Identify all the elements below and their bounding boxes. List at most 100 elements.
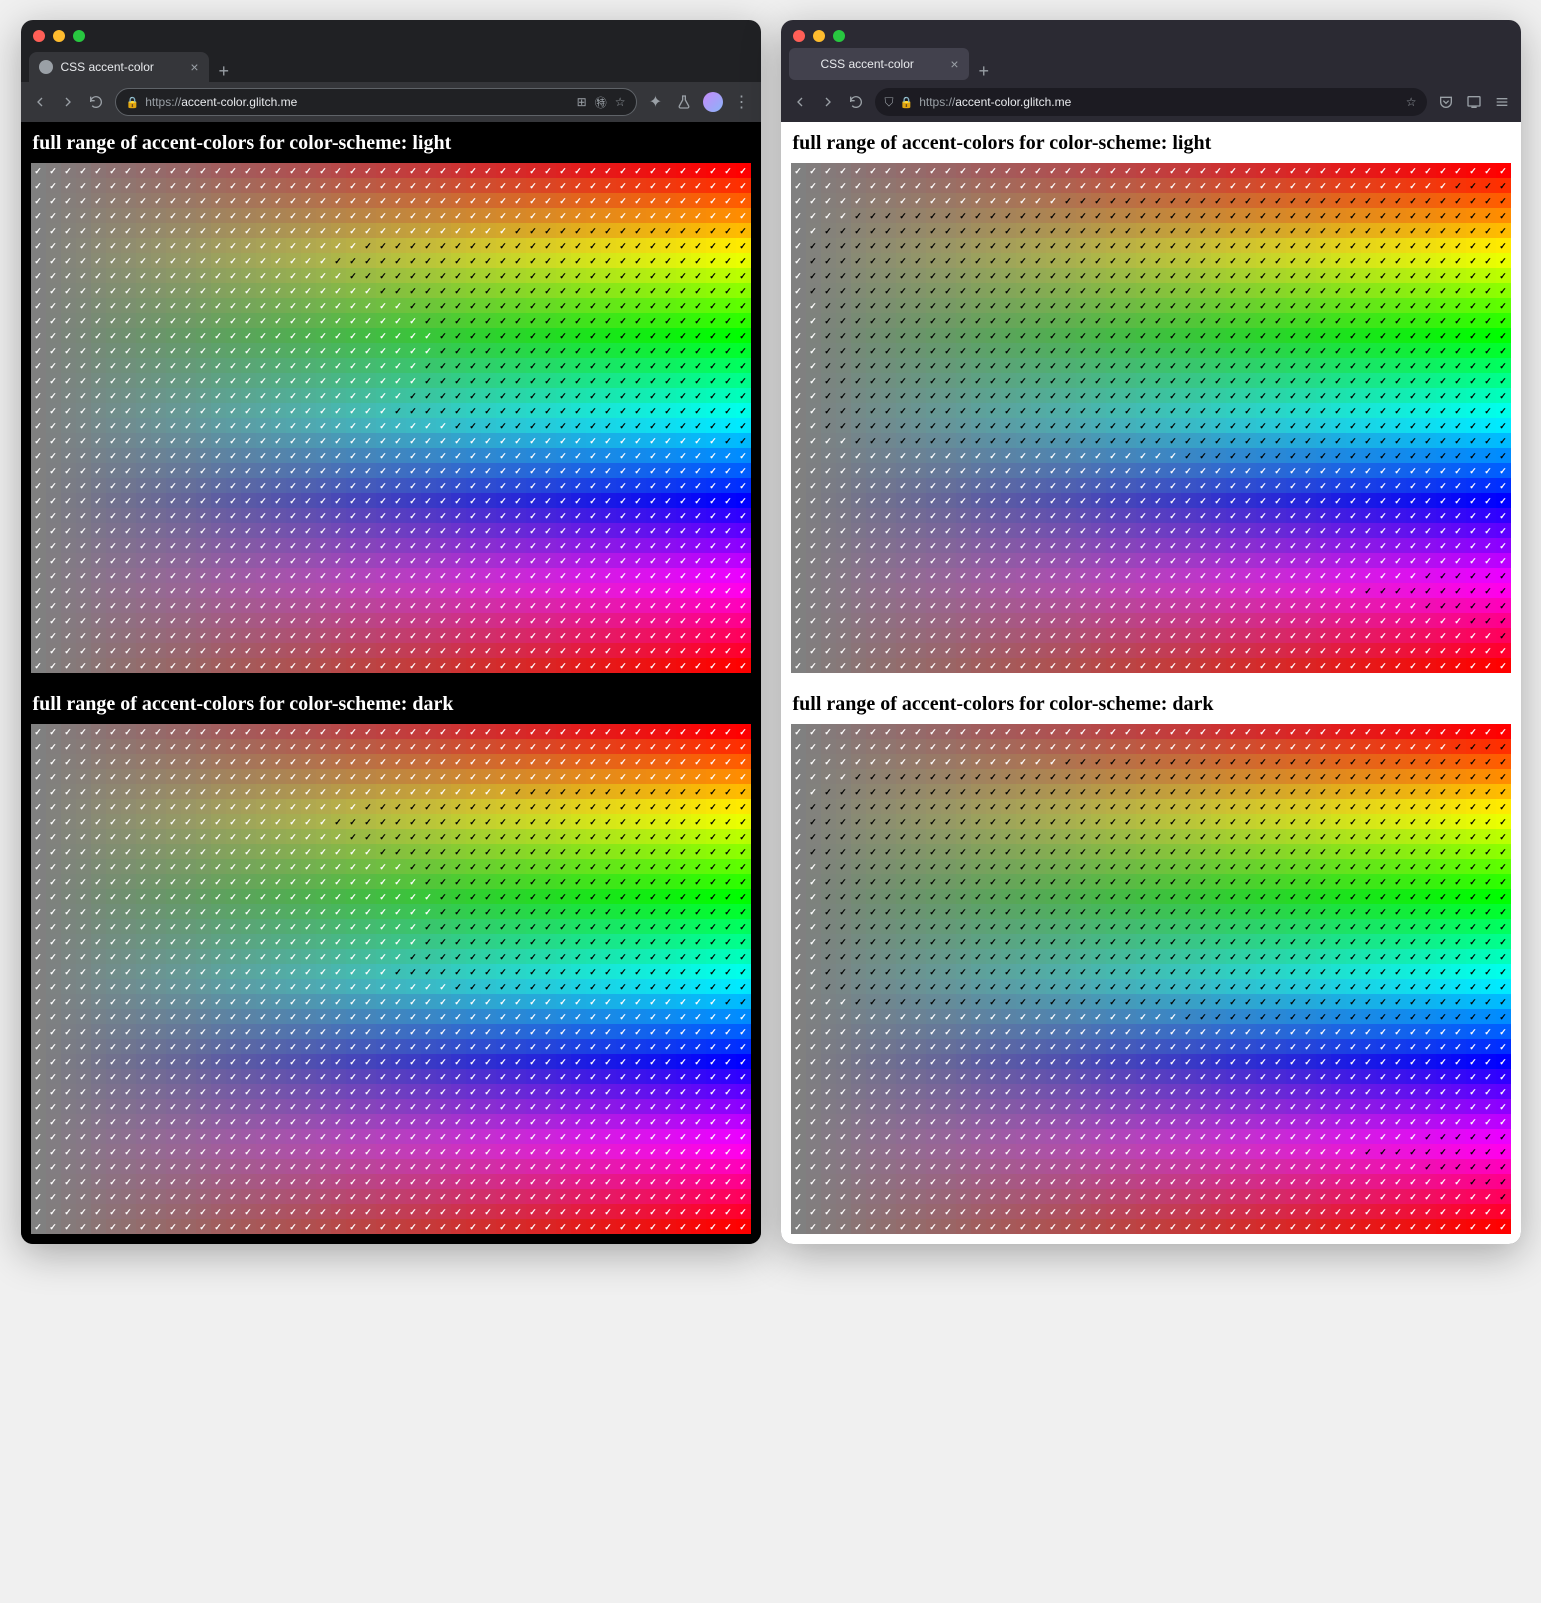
accent-swatch[interactable]: ✓ bbox=[496, 538, 511, 553]
accent-swatch[interactable]: ✓ bbox=[646, 739, 661, 754]
accent-swatch[interactable]: ✓ bbox=[376, 1189, 391, 1204]
accent-swatch[interactable]: ✓ bbox=[31, 613, 46, 628]
accent-swatch[interactable]: ✓ bbox=[436, 493, 451, 508]
accent-swatch[interactable]: ✓ bbox=[1436, 223, 1451, 238]
accent-swatch[interactable]: ✓ bbox=[1346, 223, 1361, 238]
accent-swatch[interactable]: ✓ bbox=[616, 1009, 631, 1024]
accent-swatch[interactable]: ✓ bbox=[571, 478, 586, 493]
accent-swatch[interactable]: ✓ bbox=[676, 1039, 691, 1054]
accent-swatch[interactable]: ✓ bbox=[706, 508, 721, 523]
accent-swatch[interactable]: ✓ bbox=[806, 583, 821, 598]
accent-swatch[interactable]: ✓ bbox=[956, 493, 971, 508]
accent-swatch[interactable]: ✓ bbox=[1091, 208, 1106, 223]
accent-swatch[interactable]: ✓ bbox=[1076, 598, 1091, 613]
accent-swatch[interactable]: ✓ bbox=[1181, 403, 1196, 418]
accent-swatch[interactable]: ✓ bbox=[1376, 538, 1391, 553]
accent-swatch[interactable]: ✓ bbox=[136, 463, 151, 478]
accent-swatch[interactable]: ✓ bbox=[1046, 598, 1061, 613]
accent-swatch[interactable]: ✓ bbox=[1286, 598, 1301, 613]
accent-swatch[interactable]: ✓ bbox=[941, 208, 956, 223]
accent-swatch[interactable]: ✓ bbox=[1181, 493, 1196, 508]
accent-swatch[interactable]: ✓ bbox=[986, 508, 1001, 523]
accent-swatch[interactable]: ✓ bbox=[1301, 313, 1316, 328]
accent-swatch[interactable]: ✓ bbox=[361, 298, 376, 313]
accent-swatch[interactable]: ✓ bbox=[1331, 238, 1346, 253]
accent-swatch[interactable]: ✓ bbox=[661, 253, 676, 268]
accent-swatch[interactable]: ✓ bbox=[466, 163, 481, 178]
accent-swatch[interactable]: ✓ bbox=[911, 448, 926, 463]
accent-swatch[interactable]: ✓ bbox=[61, 1159, 76, 1174]
accent-swatch[interactable]: ✓ bbox=[1301, 724, 1316, 739]
accent-swatch[interactable]: ✓ bbox=[1361, 418, 1376, 433]
accent-swatch[interactable]: ✓ bbox=[256, 1129, 271, 1144]
accent-swatch[interactable]: ✓ bbox=[941, 628, 956, 643]
accent-swatch[interactable]: ✓ bbox=[661, 463, 676, 478]
accent-swatch[interactable]: ✓ bbox=[481, 238, 496, 253]
accent-swatch[interactable]: ✓ bbox=[926, 658, 941, 673]
accent-swatch[interactable]: ✓ bbox=[46, 964, 61, 979]
accent-swatch[interactable]: ✓ bbox=[1181, 658, 1196, 673]
accent-swatch[interactable]: ✓ bbox=[556, 643, 571, 658]
accent-swatch[interactable]: ✓ bbox=[226, 628, 241, 643]
accent-swatch[interactable]: ✓ bbox=[256, 283, 271, 298]
accent-swatch[interactable]: ✓ bbox=[721, 1099, 736, 1114]
accent-swatch[interactable]: ✓ bbox=[361, 598, 376, 613]
accent-swatch[interactable]: ✓ bbox=[896, 418, 911, 433]
accent-swatch[interactable]: ✓ bbox=[1121, 253, 1136, 268]
accent-swatch[interactable]: ✓ bbox=[851, 343, 866, 358]
accent-swatch[interactable]: ✓ bbox=[1286, 403, 1301, 418]
accent-swatch[interactable]: ✓ bbox=[1301, 343, 1316, 358]
accent-swatch[interactable]: ✓ bbox=[601, 433, 616, 448]
accent-swatch[interactable]: ✓ bbox=[226, 643, 241, 658]
accent-swatch[interactable]: ✓ bbox=[31, 844, 46, 859]
accent-swatch[interactable]: ✓ bbox=[271, 1219, 286, 1234]
accent-swatch[interactable]: ✓ bbox=[91, 724, 106, 739]
accent-swatch[interactable]: ✓ bbox=[791, 448, 806, 463]
accent-swatch[interactable]: ✓ bbox=[256, 1054, 271, 1069]
accent-swatch[interactable]: ✓ bbox=[691, 1174, 706, 1189]
accent-swatch[interactable]: ✓ bbox=[211, 949, 226, 964]
accent-swatch[interactable]: ✓ bbox=[956, 343, 971, 358]
accent-swatch[interactable]: ✓ bbox=[496, 1114, 511, 1129]
accent-swatch[interactable]: ✓ bbox=[866, 643, 881, 658]
accent-swatch[interactable]: ✓ bbox=[346, 859, 361, 874]
accent-swatch[interactable]: ✓ bbox=[151, 1159, 166, 1174]
accent-swatch[interactable]: ✓ bbox=[61, 1219, 76, 1234]
accent-swatch[interactable]: ✓ bbox=[481, 979, 496, 994]
accent-swatch[interactable]: ✓ bbox=[556, 814, 571, 829]
accent-swatch[interactable]: ✓ bbox=[971, 358, 986, 373]
accent-swatch[interactable]: ✓ bbox=[1181, 238, 1196, 253]
accent-swatch[interactable]: ✓ bbox=[1316, 403, 1331, 418]
accent-swatch[interactable]: ✓ bbox=[466, 859, 481, 874]
accent-swatch[interactable]: ✓ bbox=[211, 433, 226, 448]
accent-swatch[interactable]: ✓ bbox=[61, 163, 76, 178]
accent-swatch[interactable]: ✓ bbox=[526, 1024, 541, 1039]
accent-swatch[interactable]: ✓ bbox=[406, 1114, 421, 1129]
accent-swatch[interactable]: ✓ bbox=[661, 538, 676, 553]
accent-swatch[interactable]: ✓ bbox=[331, 448, 346, 463]
accent-swatch[interactable]: ✓ bbox=[196, 814, 211, 829]
accent-swatch[interactable]: ✓ bbox=[61, 799, 76, 814]
accent-swatch[interactable]: ✓ bbox=[436, 193, 451, 208]
accent-swatch[interactable]: ✓ bbox=[451, 1099, 466, 1114]
accent-swatch[interactable]: ✓ bbox=[211, 1039, 226, 1054]
accent-swatch[interactable]: ✓ bbox=[616, 373, 631, 388]
accent-swatch[interactable]: ✓ bbox=[1151, 583, 1166, 598]
accent-swatch[interactable]: ✓ bbox=[436, 418, 451, 433]
accent-swatch[interactable]: ✓ bbox=[986, 283, 1001, 298]
accent-swatch[interactable]: ✓ bbox=[1346, 568, 1361, 583]
accent-swatch[interactable]: ✓ bbox=[1451, 343, 1466, 358]
accent-swatch[interactable]: ✓ bbox=[691, 178, 706, 193]
accent-swatch[interactable]: ✓ bbox=[211, 568, 226, 583]
accent-swatch[interactable]: ✓ bbox=[376, 568, 391, 583]
accent-swatch[interactable]: ✓ bbox=[1106, 223, 1121, 238]
accent-swatch[interactable]: ✓ bbox=[941, 538, 956, 553]
accent-swatch[interactable]: ✓ bbox=[806, 493, 821, 508]
accent-swatch[interactable]: ✓ bbox=[1286, 433, 1301, 448]
accent-swatch[interactable]: ✓ bbox=[1211, 628, 1226, 643]
accent-swatch[interactable]: ✓ bbox=[616, 403, 631, 418]
accent-swatch[interactable]: ✓ bbox=[556, 583, 571, 598]
accent-swatch[interactable]: ✓ bbox=[301, 313, 316, 328]
accent-swatch[interactable]: ✓ bbox=[956, 328, 971, 343]
accent-swatch[interactable]: ✓ bbox=[1451, 478, 1466, 493]
